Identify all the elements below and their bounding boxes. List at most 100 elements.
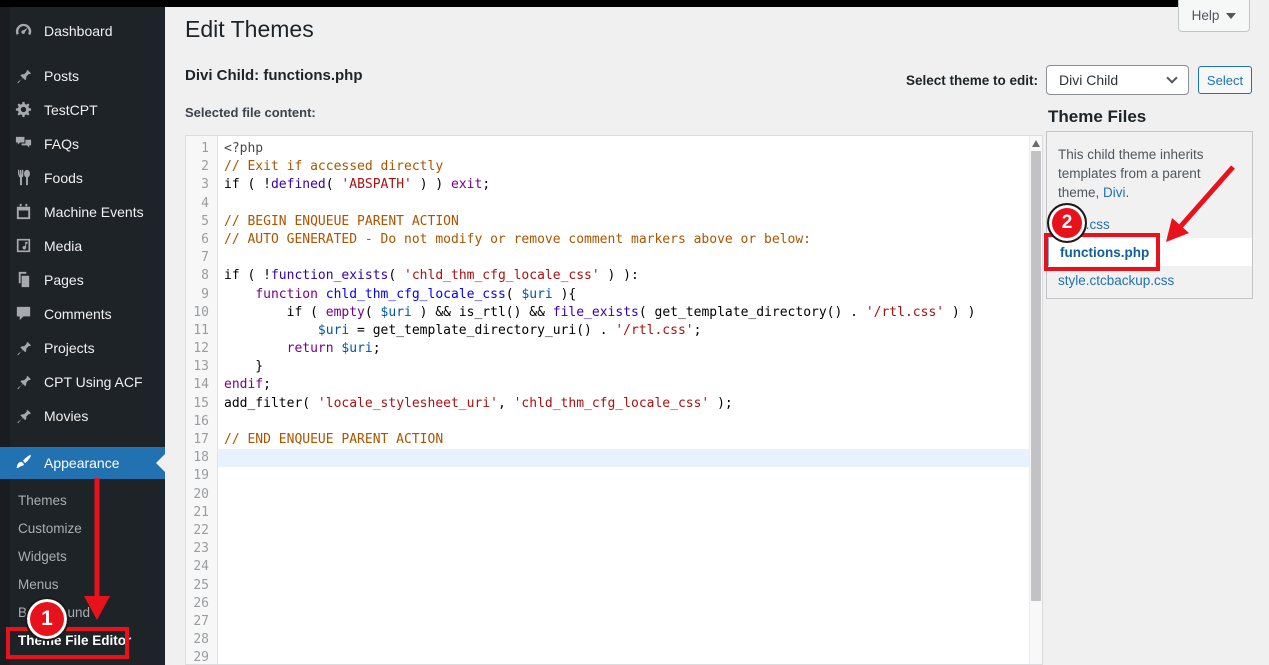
pin-icon xyxy=(14,66,34,86)
code-lines: 1<?php2// Exit if accessed directly3if (… xyxy=(186,140,1029,665)
code-line-29[interactable]: 29 xyxy=(186,649,1029,665)
sidebar-item-projects[interactable]: Projects xyxy=(0,331,165,365)
sidebar-item-faqs[interactable]: FAQs xyxy=(0,127,165,161)
select-theme-label: Select theme to edit: xyxy=(860,73,1038,88)
line-content xyxy=(218,249,1029,267)
code-line-16[interactable]: 16 xyxy=(186,413,1029,431)
line-number: 28 xyxy=(186,631,218,649)
sidebar-item-label: Appearance xyxy=(44,455,120,471)
sidebar-item-testcpt[interactable]: TestCPT xyxy=(0,93,165,127)
help-button[interactable]: Help xyxy=(1178,0,1250,32)
line-number: 7 xyxy=(186,249,218,267)
sidebar-item-label: CPT Using ACF xyxy=(44,374,143,390)
code-line-22[interactable]: 22 xyxy=(186,522,1029,540)
sidebar-item-label: Machine Events xyxy=(44,204,144,220)
line-number: 29 xyxy=(186,649,218,665)
scrollbar-up-arrow-icon[interactable] xyxy=(1032,140,1040,147)
code-line-2[interactable]: 2// Exit if accessed directly xyxy=(186,158,1029,176)
theme-files-heading: Theme Files xyxy=(1048,107,1146,127)
line-content xyxy=(218,413,1029,431)
editor-scrollbar[interactable] xyxy=(1029,136,1042,664)
select-theme-button[interactable]: Select xyxy=(1198,66,1252,94)
code-line-26[interactable]: 26 xyxy=(186,595,1029,613)
utensils-icon xyxy=(14,168,34,188)
line-number: 17 xyxy=(186,431,218,449)
code-line-15[interactable]: 15add_filter( 'locale_stylesheet_uri', '… xyxy=(186,395,1029,413)
line-content xyxy=(218,195,1029,213)
code-line-3[interactable]: 3if ( !defined( 'ABSPATH' ) ) exit; xyxy=(186,176,1029,194)
code-line-17[interactable]: 17// END ENQUEUE PARENT ACTION xyxy=(186,431,1029,449)
submenu-item-themes[interactable]: Themes xyxy=(0,487,165,515)
code-line-12[interactable]: 12 return $uri; xyxy=(186,340,1029,358)
code-line-24[interactable]: 24 xyxy=(186,558,1029,576)
sidebar-item-appearance[interactable]: Appearance xyxy=(0,447,165,479)
line-number: 25 xyxy=(186,577,218,595)
line-content: } xyxy=(218,358,1029,376)
sidebar-item-machine-events[interactable]: Machine Events xyxy=(0,195,165,229)
line-number: 16 xyxy=(186,413,218,431)
code-line-14[interactable]: 14endif; xyxy=(186,376,1029,394)
scrollbar-thumb[interactable] xyxy=(1031,151,1041,601)
code-line-8[interactable]: 8if ( !function_exists( 'chld_thm_cfg_lo… xyxy=(186,267,1029,285)
code-line-27[interactable]: 27 xyxy=(186,613,1029,631)
step-2-badge: 2 xyxy=(1047,203,1087,243)
parent-theme-link[interactable]: Divi xyxy=(1103,185,1126,200)
sidebar-item-movies[interactable]: Movies xyxy=(0,399,165,433)
line-content xyxy=(218,540,1029,558)
code-line-10[interactable]: 10 if ( empty( $uri ) && is_rtl() && fil… xyxy=(186,304,1029,322)
code-line-9[interactable]: 9 function chld_thm_cfg_locale_css( $uri… xyxy=(186,286,1029,304)
code-line-25[interactable]: 25 xyxy=(186,577,1029,595)
line-number: 1 xyxy=(186,140,218,158)
sidebar-item-media[interactable]: Media xyxy=(0,229,165,263)
sidebar-item-posts[interactable]: Posts xyxy=(0,59,165,93)
code-line-4[interactable]: 4 xyxy=(186,195,1029,213)
line-content xyxy=(218,649,1029,665)
line-number: 9 xyxy=(186,286,218,304)
code-line-6[interactable]: 6// AUTO GENERATED - Do not modify or re… xyxy=(186,231,1029,249)
description-text: This child theme inherits templates from… xyxy=(1058,147,1204,200)
sidebar-item-label: FAQs xyxy=(44,136,79,152)
code-line-18[interactable]: 18 xyxy=(186,449,1029,467)
line-number: 19 xyxy=(186,467,218,485)
step-1-number: 1 xyxy=(41,607,53,631)
line-number: 8 xyxy=(186,267,218,285)
code-line-7[interactable]: 7 xyxy=(186,249,1029,267)
code-editor[interactable]: 1<?php2// Exit if accessed directly3if (… xyxy=(185,135,1043,665)
line-content: if ( !defined( 'ABSPATH' ) ) exit; xyxy=(218,176,1029,194)
sidebar-item-comments[interactable]: Comments xyxy=(0,297,165,331)
select-chevron-icon xyxy=(1166,72,1177,83)
line-content xyxy=(218,522,1029,540)
step-1-badge: 1 xyxy=(25,597,69,641)
sidebar-item-cpt-using-acf[interactable]: CPT Using ACF xyxy=(0,365,165,399)
line-number: 18 xyxy=(186,449,218,467)
child-theme-description: This child theme inherits templates from… xyxy=(1058,145,1242,202)
description-suffix: . xyxy=(1126,185,1130,200)
sidebar-item-pages[interactable]: Pages xyxy=(0,263,165,297)
code-line-21[interactable]: 21 xyxy=(186,504,1029,522)
step-2-number: 2 xyxy=(1062,212,1073,234)
sidebar-item-label: Media xyxy=(44,238,82,254)
sidebar-item-label: Comments xyxy=(44,306,112,322)
code-line-20[interactable]: 20 xyxy=(186,486,1029,504)
code-line-13[interactable]: 13 } xyxy=(186,358,1029,376)
code-line-28[interactable]: 28 xyxy=(186,631,1029,649)
code-line-11[interactable]: 11 $uri = get_template_directory_uri() .… xyxy=(186,322,1029,340)
chat-bubbles-icon xyxy=(14,134,34,154)
help-chevron-icon xyxy=(1226,13,1236,19)
sidebar-item-label: Pages xyxy=(44,272,84,288)
code-line-5[interactable]: 5// BEGIN ENQUEUE PARENT ACTION xyxy=(186,213,1029,231)
theme-select-dropdown[interactable]: Divi Child xyxy=(1046,65,1189,95)
line-content xyxy=(218,467,1029,485)
code-line-23[interactable]: 23 xyxy=(186,540,1029,558)
submenu-item-menus[interactable]: Menus xyxy=(0,571,165,599)
submenu-item-widgets[interactable]: Widgets xyxy=(0,543,165,571)
line-content: function chld_thm_cfg_locale_css( $uri )… xyxy=(218,286,1029,304)
code-line-19[interactable]: 19 xyxy=(186,467,1029,485)
admin-sidebar: Dashboard PostsTestCPT FAQs Foods Machine Ev… xyxy=(0,0,165,665)
sidebar-item-foods[interactable]: Foods xyxy=(0,161,165,195)
code-line-1[interactable]: 1<?php xyxy=(186,140,1029,158)
theme-file-link[interactable]: style.ctcbackup.css xyxy=(1058,273,1174,288)
pin-icon xyxy=(14,338,34,358)
submenu-item-customize[interactable]: Customize xyxy=(0,515,165,543)
sidebar-item-dashboard[interactable]: Dashboard xyxy=(0,14,165,48)
